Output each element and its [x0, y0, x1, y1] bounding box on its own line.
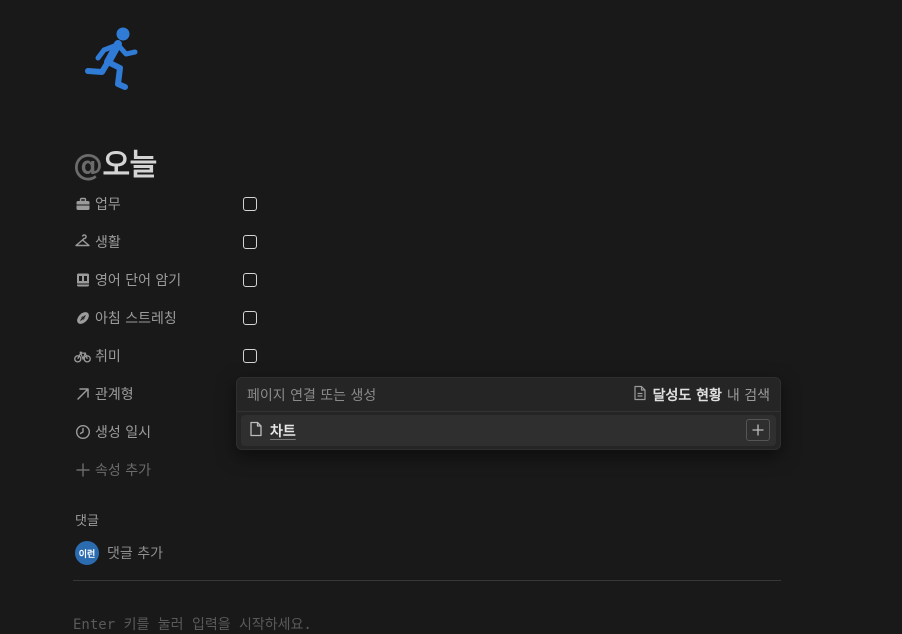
result-name: 차트: [270, 423, 296, 440]
property-life[interactable]: 생활: [74, 230, 121, 254]
property-hobby[interactable]: 취미: [74, 344, 121, 368]
editor-placeholder[interactable]: Enter 키를 눌러 입력을 시작하세요.: [73, 614, 312, 634]
checkbox-hobby[interactable]: [243, 349, 257, 363]
property-label: 영어 단어 암기: [95, 273, 182, 289]
property-label: 생성 일시: [95, 425, 151, 441]
checkbox-life[interactable]: [243, 235, 257, 249]
document-icon: [633, 385, 647, 405]
add-comment-input[interactable]: 댓글 추가: [107, 543, 163, 563]
popup-search-bar[interactable]: 페이지 연결 또는 생성 달성도 현황 내 검색: [237, 378, 780, 412]
running-person-icon[interactable]: [84, 24, 144, 92]
property-label: 생활: [95, 235, 121, 251]
checkbox-work[interactable]: [243, 197, 257, 211]
book-icon: [74, 272, 91, 289]
add-comment-row[interactable]: 이런 댓글 추가: [75, 541, 163, 565]
property-label: 아침 스트레칭: [95, 311, 177, 327]
search-scope[interactable]: 달성도 현황 내 검색: [633, 385, 770, 405]
bicycle-icon: [74, 348, 91, 365]
divider: [73, 580, 781, 581]
checkbox-english-words[interactable]: [243, 273, 257, 287]
property-label: 취미: [95, 349, 121, 365]
hanger-icon: [74, 234, 91, 251]
property-work[interactable]: 업무: [74, 192, 121, 216]
property-label: 관계형: [95, 387, 134, 403]
search-result-item[interactable]: 차트: [241, 415, 776, 446]
clock-icon: [74, 424, 91, 441]
mention-symbol: @: [73, 148, 103, 183]
property-morning-stretch[interactable]: 아침 스트레칭: [74, 306, 177, 330]
add-property-label: 속성 추가: [95, 463, 151, 479]
property-created-time[interactable]: 생성 일시: [74, 420, 151, 444]
add-property-button[interactable]: 속성 추가: [74, 458, 151, 482]
document-icon: [249, 421, 263, 441]
scope-database-name: 달성도 현황: [652, 387, 722, 404]
arrow-up-right-icon: [74, 386, 91, 403]
page-title-text: 오늘: [102, 148, 158, 183]
scope-suffix: 내 검색: [726, 387, 770, 404]
property-relation[interactable]: 관계형: [74, 382, 134, 406]
plus-icon: [74, 462, 91, 479]
relation-search-input[interactable]: 페이지 연결 또는 생성: [247, 385, 376, 405]
comments-heading: 댓글: [75, 514, 99, 529]
property-english-words[interactable]: 영어 단어 암기: [74, 268, 181, 292]
page-title[interactable]: @오늘: [73, 140, 157, 184]
relation-search-popup: 페이지 연결 또는 생성 달성도 현황 내 검색 차트: [236, 377, 781, 450]
plus-icon: [752, 424, 764, 436]
checkbox-morning-stretch[interactable]: [243, 311, 257, 325]
add-relation-button[interactable]: [746, 419, 770, 441]
property-label: 업무: [95, 197, 121, 213]
avatar: 이런: [75, 541, 99, 565]
football-icon: [74, 310, 91, 327]
briefcase-icon: [74, 196, 91, 213]
